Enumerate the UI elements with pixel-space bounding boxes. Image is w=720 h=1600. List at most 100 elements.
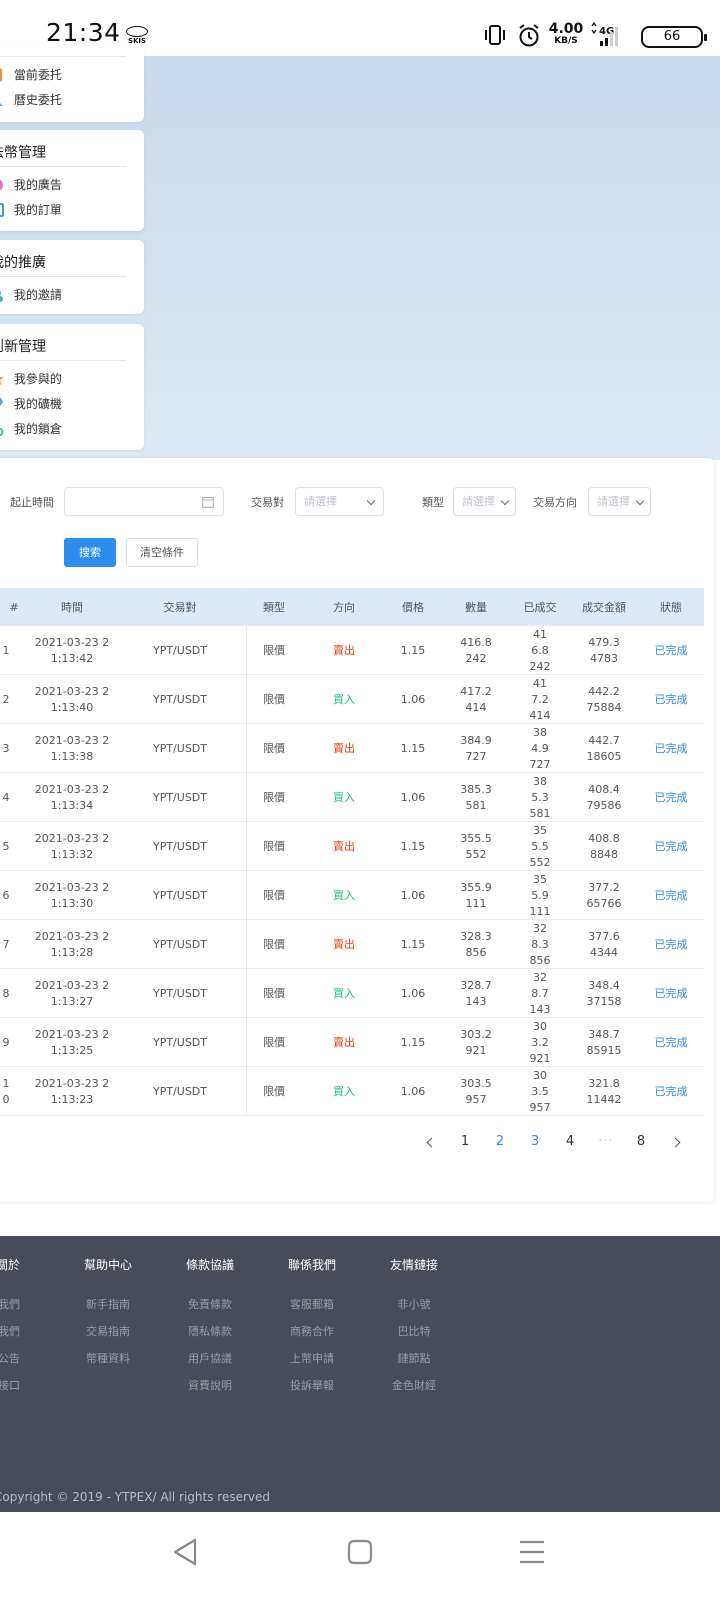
alarm-icon	[519, 24, 539, 47]
table-header: # 時間 交易對 類型 方向 價格 數量 已成交 成交金額 狀態	[0, 589, 704, 626]
cell-type: 限價	[263, 986, 285, 1000]
cell-status[interactable]: 已完成	[638, 626, 704, 675]
page-button[interactable]: 1	[452, 1130, 478, 1154]
cell-filled: 417.2414	[529, 676, 551, 722]
footer-link[interactable]: 客服郵箱	[290, 1296, 334, 1312]
table-row: 7 2021-03-23 21:13:28 YPT/USDT 限價 賣出 1.15 328.…	[0, 920, 704, 969]
footer-link[interactable]: 免責條款	[188, 1296, 232, 1312]
back-icon[interactable]	[166, 1532, 206, 1572]
cell-time: 2021-03-23 21:13:32	[34, 831, 110, 861]
home-icon[interactable]	[340, 1532, 380, 1572]
cell-filled: 355.5552	[529, 823, 551, 869]
footer-link[interactable]: 幣種資料	[86, 1350, 130, 1366]
column-header-type: 類型	[263, 601, 285, 614]
cell-type: 限價	[263, 937, 285, 951]
cell-quantity: 384.9727	[460, 733, 492, 763]
footer-link[interactable]: API接口	[0, 1377, 20, 1393]
page-ellipsis: ···	[598, 1134, 614, 1149]
cell-index: 3	[2, 741, 10, 755]
chevron-down-icon	[500, 496, 510, 506]
menu-item-order-history[interactable]: 曆史委托	[0, 91, 62, 111]
menu-item-my-orders[interactable]: 我的訂單	[0, 201, 62, 221]
menu-item-current-orders[interactable]: 當前委托	[0, 66, 62, 86]
pagination: 1 2 3 4 ··· 8	[0, 1130, 704, 1154]
page-button[interactable]: 8	[628, 1130, 654, 1154]
footer-link[interactable]: 非小號	[398, 1296, 431, 1312]
cell-type: 限價	[263, 692, 285, 706]
cell-filled: 385.3581	[529, 774, 551, 820]
footer-link[interactable]: 加入我們	[0, 1323, 20, 1339]
footer-column-title: 關於	[0, 1258, 20, 1272]
cell-status[interactable]: 已完成	[638, 822, 704, 871]
footer-link[interactable]: 平台公告	[0, 1350, 20, 1366]
menu-item-my-lockups[interactable]: 我的鎖倉	[0, 420, 62, 440]
page-button[interactable]: 3	[522, 1130, 548, 1154]
footer-link[interactable]: 交易指南	[86, 1323, 130, 1339]
cell-status[interactable]: 已完成	[638, 871, 704, 920]
cell-status[interactable]: 已完成	[638, 724, 704, 773]
menu-item-my-miners[interactable]: 我的礦機	[0, 395, 62, 415]
cell-amount: 348.785915	[586, 1027, 622, 1057]
battery-indicator: 66	[641, 26, 707, 48]
cell-pair: YPT/USDT	[152, 839, 207, 853]
footer-link[interactable]: 資費說明	[188, 1377, 232, 1393]
cell-pair: YPT/USDT	[152, 692, 207, 706]
cell-amount: 479.34783	[588, 635, 620, 665]
footer-link[interactable]: 商務合作	[290, 1323, 334, 1339]
next-page-button[interactable]	[670, 1137, 681, 1148]
search-button[interactable]: 搜索	[64, 538, 116, 567]
cell-direction: 買入	[333, 888, 355, 902]
type-select[interactable]: 請選擇	[453, 487, 516, 516]
status-time: 21:34	[46, 18, 121, 47]
menu-item-my-ads[interactable]: 我的廣告	[0, 176, 62, 196]
cell-status[interactable]: 已完成	[638, 1018, 704, 1067]
invite-icon	[0, 289, 3, 302]
cell-type: 限價	[263, 643, 285, 657]
chevron-down-icon	[635, 496, 645, 506]
clear-filters-button[interactable]: 清空條件	[126, 538, 198, 567]
cell-time: 2021-03-23 21:13:42	[34, 635, 110, 665]
footer-link[interactable]: 上幣申請	[290, 1350, 334, 1366]
prev-page-button[interactable]	[426, 1137, 437, 1148]
cell-index: 10	[2, 1076, 10, 1106]
cell-direction: 賣出	[333, 741, 355, 755]
type-label: 類型	[422, 496, 444, 509]
page-button[interactable]: 4	[557, 1130, 583, 1154]
pair-select[interactable]: 請選擇	[295, 487, 384, 516]
menu-icon[interactable]	[512, 1532, 552, 1572]
footer-link[interactable]: 鏈節點	[398, 1350, 431, 1366]
footer-link[interactable]: 新手指南	[86, 1296, 130, 1312]
cell-index: 7	[2, 937, 10, 951]
cell-price: 1.15	[400, 937, 426, 951]
cell-status[interactable]: 已完成	[638, 920, 704, 969]
cell-status[interactable]: 已完成	[638, 773, 704, 822]
cell-filled: 328.3856	[529, 921, 551, 967]
cell-status[interactable]: 已完成	[638, 1067, 704, 1116]
time-range-input[interactable]	[64, 487, 224, 516]
page-button[interactable]: 2	[487, 1130, 513, 1154]
cell-status[interactable]: 已完成	[638, 675, 704, 724]
menu-item-my-invites[interactable]: 我的邀請	[0, 286, 62, 306]
cell-pair: YPT/USDT	[152, 937, 207, 951]
cell-time: 2021-03-23 21:13:25	[34, 1027, 110, 1057]
direction-select[interactable]: 請選擇	[588, 487, 651, 516]
cell-status[interactable]: 已完成	[638, 969, 704, 1018]
lock-icon	[0, 427, 4, 436]
footer-link[interactable]: 金色財經	[392, 1377, 436, 1393]
cell-index: 6	[2, 888, 10, 902]
menu-item-participated[interactable]: 我參與的	[0, 370, 62, 390]
miner-icon	[0, 397, 3, 406]
chevron-down-icon	[366, 496, 376, 506]
order-list-icon	[0, 202, 4, 217]
column-header-status: 狀態	[660, 601, 682, 614]
ads-icon	[0, 179, 3, 190]
cell-direction: 賣出	[333, 643, 355, 657]
footer-link[interactable]: 投訴舉報	[290, 1377, 334, 1393]
cell-pair: YPT/USDT	[152, 741, 207, 755]
copyright-text: Copyright © 2019 - YTPEX/ All rights res…	[0, 1490, 270, 1504]
footer-link[interactable]: 隱私條款	[188, 1323, 232, 1339]
footer-link[interactable]: 巴比特	[398, 1323, 431, 1339]
cell-amount: 442.275884	[586, 684, 622, 714]
footer-link[interactable]: 關於我們	[0, 1296, 20, 1312]
footer-link[interactable]: 用戶協議	[188, 1350, 232, 1366]
